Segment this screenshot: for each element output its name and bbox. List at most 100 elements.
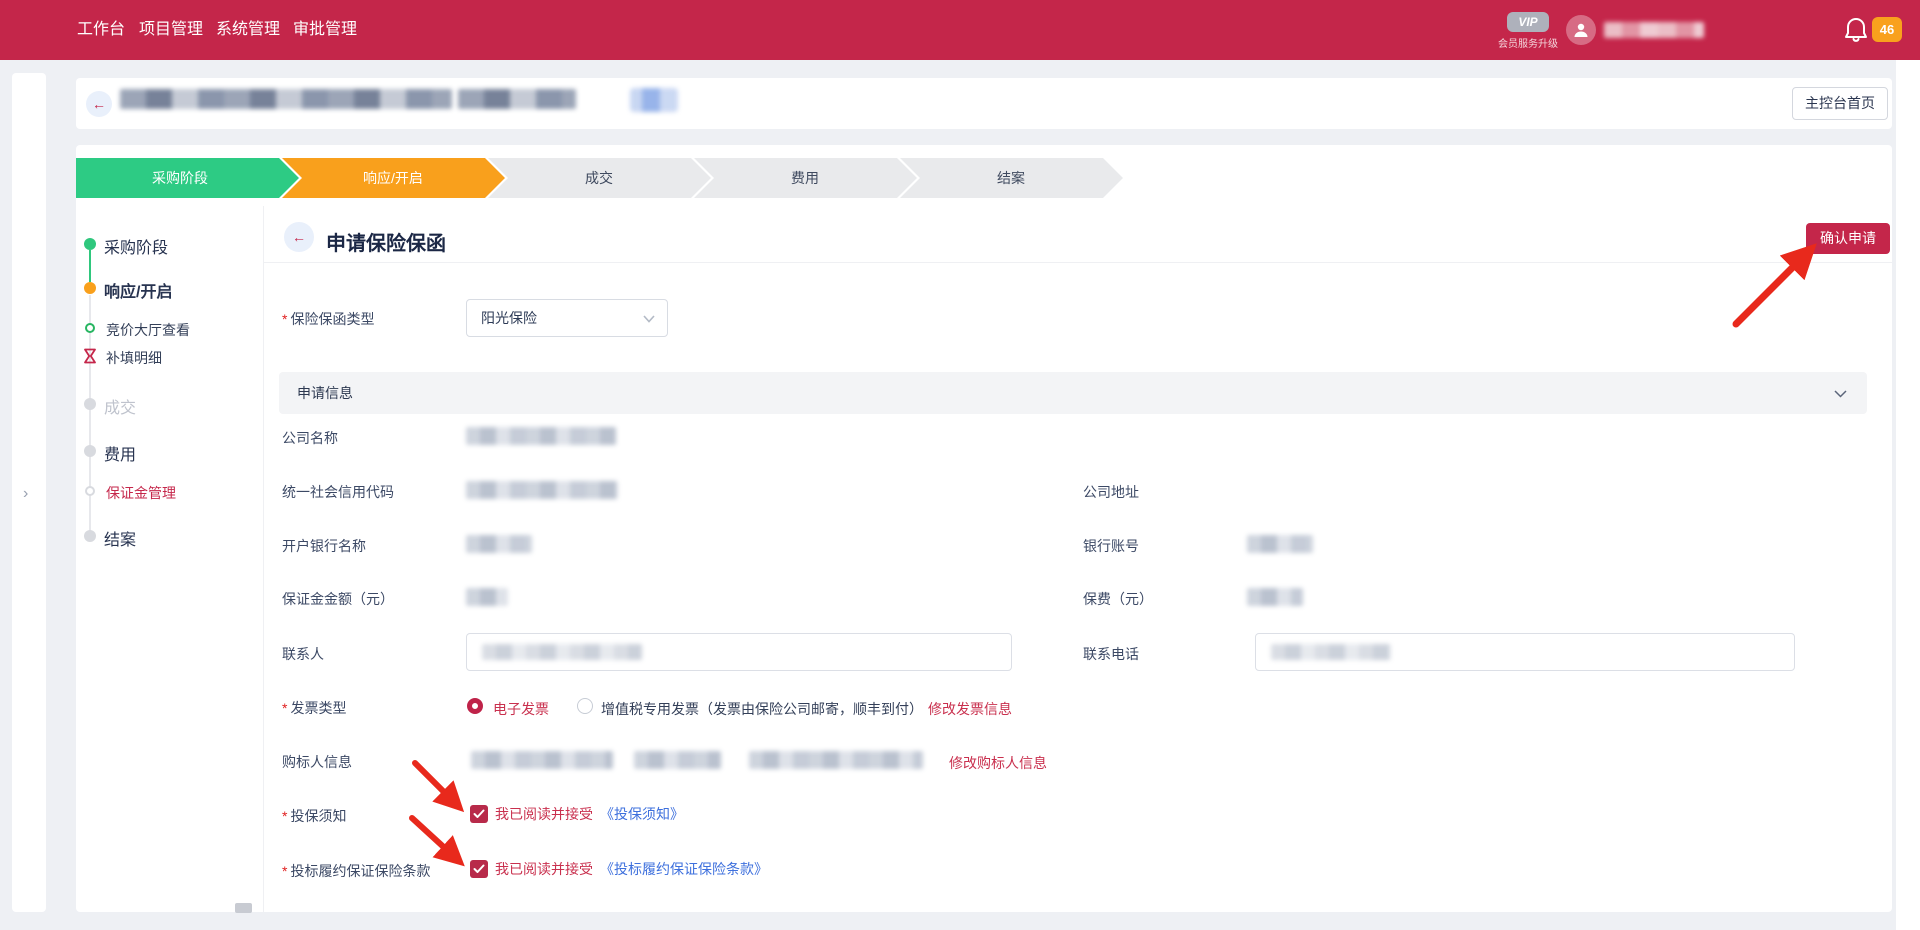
sidebar-divider [263, 206, 264, 912]
section-application-info[interactable]: 申请信息 [279, 372, 1867, 414]
field-label-contact: 联系人 [282, 644, 324, 664]
bank-account-value-redacted [1247, 535, 1313, 553]
main-card: 采购阶段 响应/开启 成交 费用 结案 采购阶段 响应/开启 竞价大厅查看 补填… [76, 145, 1892, 912]
accept-text: 我已阅读并接受 [495, 804, 593, 824]
field-label-company-address: 公司地址 [1083, 482, 1139, 502]
clause-checkbox[interactable] [470, 860, 488, 878]
clause-doc-link[interactable]: 《投标履约保证保险条款》 [600, 859, 768, 879]
field-label-bank-account: 银行账号 [1083, 536, 1139, 556]
select-value: 阳光保险 [481, 310, 537, 326]
form-back-button[interactable]: ← [284, 222, 314, 252]
field-label-invoice-type: 发票类型 [282, 698, 346, 718]
accept-text: 我已阅读并接受 [495, 859, 593, 879]
contact-phone-value-redacted [1271, 644, 1391, 660]
sidebar-item-fill-details[interactable]: 补填明细 [106, 348, 162, 368]
radio-vat-invoice[interactable] [577, 698, 593, 714]
vip-icon: VIP [1507, 12, 1549, 32]
edit-buyer-info-link[interactable]: 修改购标人信息 [949, 753, 1047, 773]
timeline-connector-green [89, 250, 91, 282]
section-title: 申请信息 [297, 385, 353, 401]
nav-item-system-mgmt[interactable]: 系统管理 [216, 0, 280, 60]
sidebar-item-fee[interactable]: 费用 [104, 441, 136, 465]
dot-green-icon [84, 238, 96, 250]
field-label-contact-phone: 联系电话 [1083, 644, 1139, 664]
collapse-chevron-icon[interactable] [1834, 390, 1847, 398]
nav-item-approval-mgmt[interactable]: 审批管理 [293, 0, 357, 60]
page-title: 申请保险保函 [326, 227, 446, 256]
person-icon [1572, 21, 1590, 39]
contact-input[interactable] [466, 633, 1012, 671]
field-label-credit-code: 统一社会信用代码 [282, 482, 394, 502]
hourglass-red-icon [83, 348, 97, 364]
chevron-down-icon [643, 315, 655, 323]
project-header-bar: ← 主控台首页 [76, 78, 1892, 129]
contact-phone-input[interactable] [1255, 633, 1795, 671]
step-procurement[interactable]: 采购阶段 [76, 158, 302, 198]
dot-orange-icon [84, 282, 96, 294]
company-name-value-redacted [466, 427, 616, 445]
field-label-bank-name: 开户银行名称 [282, 536, 366, 556]
back-button[interactable]: ← [86, 91, 112, 117]
contact-value-redacted [482, 644, 642, 660]
nav-item-workbench[interactable]: 工作台 [77, 0, 125, 60]
project-title-redacted [120, 89, 452, 109]
sidebar-item-deal[interactable]: 成交 [104, 394, 136, 418]
premium-value-redacted [1247, 588, 1303, 606]
confirm-apply-button[interactable]: 确认申请 [1806, 223, 1890, 254]
project-title-redacted [458, 89, 576, 109]
buyer-info-value-redacted [471, 751, 613, 769]
edit-invoice-info-link[interactable]: 修改发票信息 [928, 699, 1012, 719]
title-divider [263, 262, 1892, 263]
credit-code-value-redacted [466, 481, 618, 499]
sidebar-item-procurement[interactable]: 采购阶段 [104, 234, 168, 258]
step-deal[interactable]: 成交 [488, 158, 714, 198]
guarantee-type-select[interactable]: 阳光保险 [466, 299, 668, 337]
check-icon [473, 809, 485, 819]
vip-upgrade[interactable]: VIP 会员服务升级 [1496, 12, 1560, 50]
notification-count-badge[interactable]: 46 [1872, 17, 1902, 42]
expand-panel-chevron-icon[interactable]: › [23, 485, 28, 503]
field-label-guarantee-type: 保险保函类型 [282, 309, 374, 329]
sidebar-item-deposit-mgmt[interactable]: 保证金管理 [106, 483, 176, 503]
vip-caption: 会员服务升级 [1496, 35, 1560, 50]
status-badge-redacted [630, 88, 678, 112]
dot-gray-icon [84, 398, 96, 410]
arrow-left-icon: ← [92, 96, 106, 112]
user-avatar[interactable] [1566, 15, 1596, 45]
field-label-buyer-info: 购标人信息 [282, 752, 352, 772]
step-response-open[interactable]: 响应/开启 [282, 158, 508, 198]
step-close[interactable]: 结案 [900, 158, 1126, 198]
field-label-deposit-amount: 保证金金额（元） [282, 589, 394, 609]
sidebar-item-close[interactable]: 结案 [104, 526, 136, 550]
field-label-clause: 投标履约保证保险条款 [282, 861, 430, 881]
username-redacted [1604, 22, 1704, 38]
buyer-info-value-redacted [634, 751, 721, 769]
collapsed-panel: › [12, 73, 46, 912]
radio-electronic-invoice[interactable] [467, 698, 483, 714]
horizontal-scrollbar-thumb[interactable] [235, 903, 252, 913]
sidebar-item-bidding-hall[interactable]: 竞价大厅查看 [106, 320, 190, 340]
ring-gray-icon [85, 486, 95, 496]
radio-label-electronic-invoice[interactable]: 电子发票 [493, 699, 549, 719]
step-fee[interactable]: 费用 [694, 158, 920, 198]
notification-bell-icon[interactable] [1844, 17, 1868, 43]
dot-gray-icon [84, 530, 96, 542]
field-label-notice: 投保须知 [282, 806, 346, 826]
deposit-amount-value-redacted [466, 588, 508, 606]
dot-gray-icon [84, 445, 96, 457]
check-icon [473, 864, 485, 874]
sidebar-item-response-open[interactable]: 响应/开启 [104, 278, 172, 302]
radio-label-vat-invoice[interactable]: 增值税专用发票（发票由保险公司邮寄，顺丰到付） [601, 699, 923, 719]
top-navbar: 工作台 项目管理 系统管理 审批管理 VIP 会员服务升级 46 [0, 0, 1920, 60]
field-label-company-name: 公司名称 [282, 428, 338, 448]
buyer-info-value-redacted [749, 751, 923, 769]
notice-checkbox[interactable] [470, 805, 488, 823]
notice-doc-link[interactable]: 《投保须知》 [600, 804, 684, 824]
nav-item-project-mgmt[interactable]: 项目管理 [139, 0, 203, 60]
console-home-button[interactable]: 主控台首页 [1792, 87, 1888, 120]
field-label-premium: 保费（元） [1083, 589, 1153, 609]
arrow-left-icon: ← [292, 229, 306, 245]
ring-green-icon [85, 323, 95, 333]
bank-name-value-redacted [466, 535, 532, 553]
scrollbar-gutter[interactable] [1896, 60, 1920, 930]
